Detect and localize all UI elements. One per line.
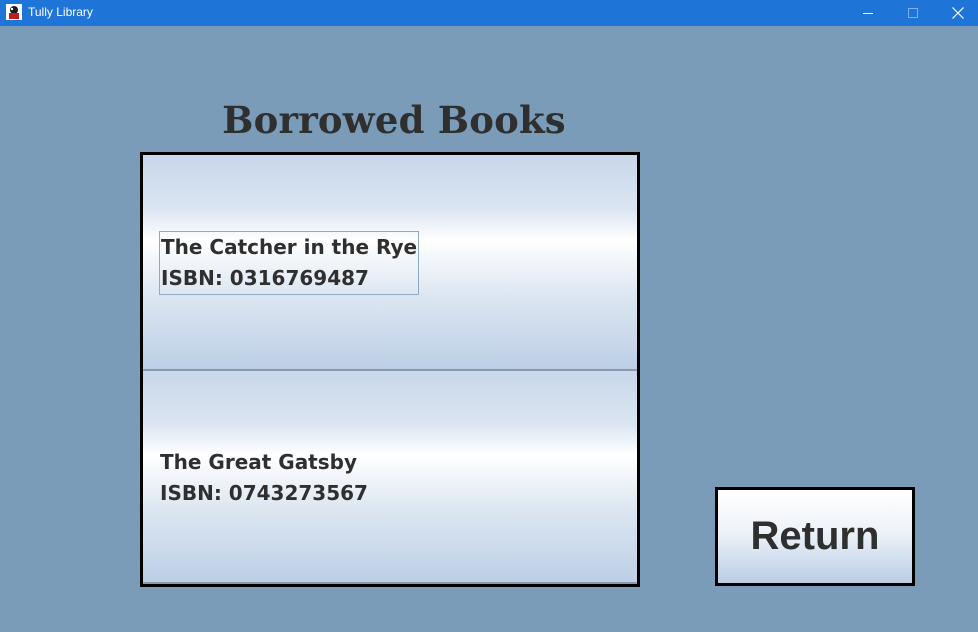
maximize-icon [891,0,935,26]
book-title: The Great Gatsby [160,450,358,474]
book-title: The Catcher in the Rye [161,235,418,259]
book-isbn: ISBN: 0316769487 [161,266,369,290]
window-titlebar: Tully Library [0,0,978,26]
book-item-great-gatsby[interactable]: The Great Gatsby ISBN: 0743273567 [143,371,637,584]
page-title: Borrowed Books [222,98,566,142]
book-info-selected: The Catcher in the Rye ISBN: 0316769487 [159,231,420,295]
book-item-catcher-in-the-rye[interactable]: The Catcher in the Rye ISBN: 0316769487 [143,155,637,371]
library-app-icon [6,4,22,20]
borrowed-books-list: The Catcher in the Rye ISBN: 0316769487 … [140,152,640,587]
minimize-icon[interactable] [846,0,890,26]
book-isbn: ISBN: 0743273567 [160,481,368,505]
close-icon[interactable] [936,0,978,26]
window-title: Tully Library [28,5,93,19]
return-button[interactable]: Return [715,487,915,586]
book-info: The Great Gatsby ISBN: 0743273567 [159,447,369,509]
